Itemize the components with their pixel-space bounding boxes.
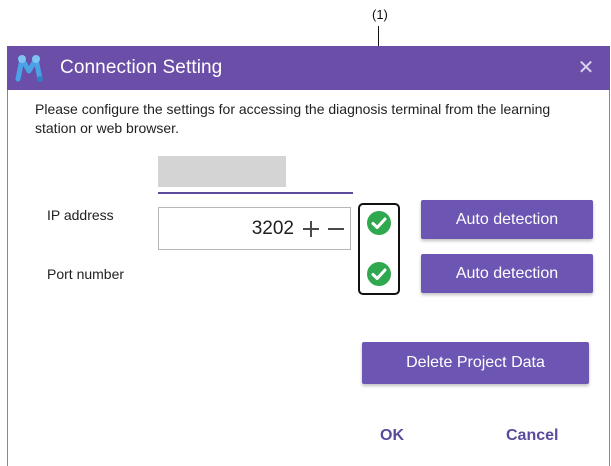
- annotation-callout-label: (1): [372, 7, 388, 22]
- annotation-highlight-box: [358, 203, 400, 295]
- ok-button[interactable]: OK: [380, 427, 404, 445]
- description-text: Please configure the settings for access…: [35, 101, 551, 136]
- ip-address-value: [158, 156, 286, 187]
- ip-auto-detection-button[interactable]: Auto detection: [421, 200, 593, 239]
- ip-address-input[interactable]: [158, 156, 353, 194]
- port-auto-detection-button[interactable]: Auto detection: [421, 254, 593, 293]
- port-number-value: 3202: [251, 217, 294, 239]
- ip-address-label: IP address: [47, 207, 114, 223]
- dialog-title: Connection Setting: [60, 57, 223, 78]
- app-logo-icon: [15, 55, 43, 82]
- port-number-label: Port number: [47, 266, 125, 282]
- cancel-button[interactable]: Cancel: [506, 427, 558, 445]
- delete-project-data-button[interactable]: Delete Project Data: [362, 342, 589, 384]
- increment-icon[interactable]: [300, 218, 322, 240]
- decrement-icon[interactable]: [325, 218, 347, 240]
- title-bar: Connection Setting ✕: [7, 46, 610, 90]
- port-number-field[interactable]: 3202: [158, 207, 351, 250]
- close-button[interactable]: ✕: [574, 56, 598, 80]
